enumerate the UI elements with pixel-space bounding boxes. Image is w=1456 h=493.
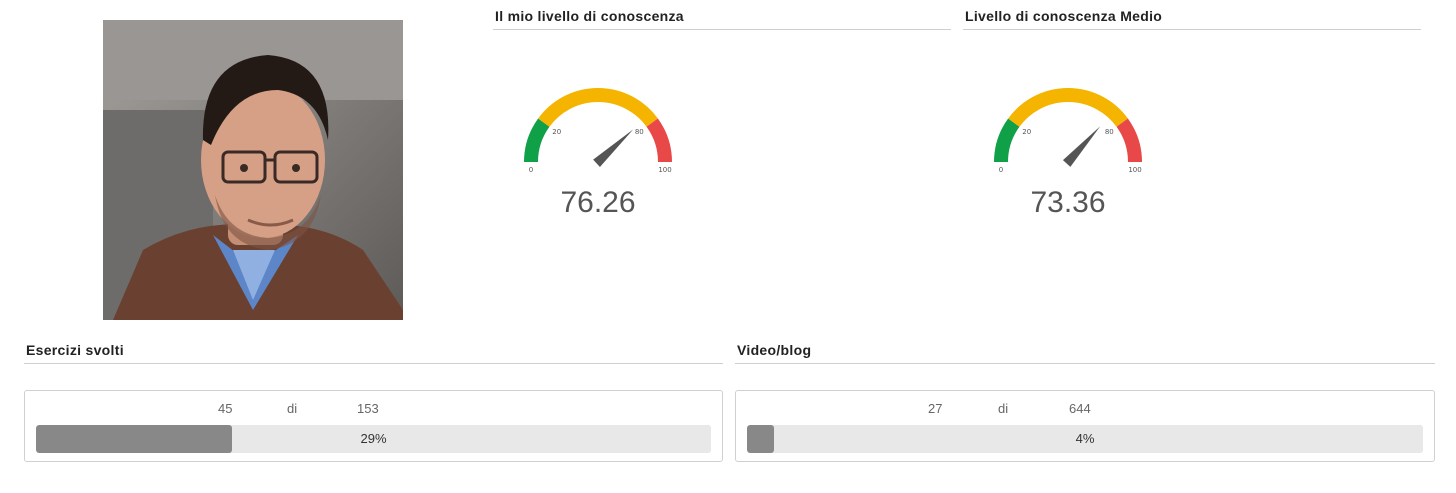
videoblog-progress-bar: 4% xyxy=(747,425,1423,453)
gauge-high-band xyxy=(1116,118,1142,163)
exercises-progress-bar: 29% xyxy=(36,425,711,453)
gauge-1-title: Il mio livello di conoscenza xyxy=(495,8,684,24)
videoblog-total-count: 644 xyxy=(1069,401,1091,416)
gauge-mid-band xyxy=(1008,88,1128,127)
gauge-tick-label: 20 xyxy=(552,128,561,136)
gauge-low-band xyxy=(994,118,1020,163)
videoblog-done-count: 27 xyxy=(928,401,943,416)
gauge-tick-label: 80 xyxy=(1105,128,1114,136)
gauge-2-divider xyxy=(963,29,1421,30)
videoblog-separator: di xyxy=(998,401,1009,416)
gauge-tick-label: 0 xyxy=(529,166,533,174)
exercises-title: Esercizi svolti xyxy=(26,342,124,358)
videoblog-title: Video/blog xyxy=(737,342,812,358)
gauge-tick-label: 100 xyxy=(658,166,671,174)
profile-photo xyxy=(103,20,403,320)
gauge-tick-label: 0 xyxy=(999,166,1003,174)
exercises-separator: di xyxy=(287,401,298,416)
knowledge-gauge-average: 0 20 80 100 xyxy=(994,88,1142,174)
gauge-2-value: 73.36 xyxy=(1030,186,1106,219)
exercises-divider xyxy=(24,363,723,364)
gauge-tick-label: 100 xyxy=(1128,166,1141,174)
exercises-card: 45 di 153 29% xyxy=(24,390,723,462)
gauge-tick-label: 80 xyxy=(635,128,644,136)
videoblog-divider xyxy=(735,363,1435,364)
gauge-1-value: 76.26 xyxy=(560,186,636,219)
gauge-2-title: Livello di conoscenza Medio xyxy=(965,8,1163,24)
exercises-total-count: 153 xyxy=(357,401,379,416)
videoblog-card: 27 di 644 4% xyxy=(735,390,1435,462)
gauge-high-band xyxy=(646,118,672,163)
user-photo-icon xyxy=(103,20,403,320)
exercises-progress-percent: 29% xyxy=(360,431,387,446)
gauge-needle xyxy=(1062,126,1101,167)
videoblog-progress-percent: 4% xyxy=(1075,431,1095,446)
gauge-tick-label: 20 xyxy=(1022,128,1031,136)
exercises-done-count: 45 xyxy=(218,401,233,416)
gauge-low-band xyxy=(524,118,550,163)
gauge-1-divider xyxy=(493,29,951,30)
gauge-needle xyxy=(593,129,634,168)
knowledge-gauge-mine: 0 20 80 100 xyxy=(524,88,672,174)
gauge-mid-band xyxy=(538,88,658,127)
